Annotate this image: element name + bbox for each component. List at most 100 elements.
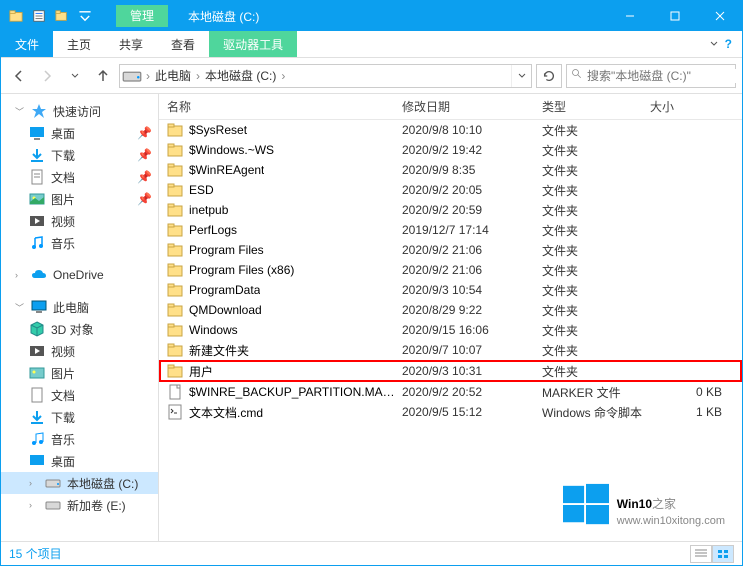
file-row[interactable]: 文本文档.cmd2020/9/5 15:12Windows 命令脚本1 KB (159, 402, 742, 422)
explorer-icon[interactable] (5, 5, 27, 27)
properties-icon[interactable] (28, 5, 50, 27)
file-row[interactable]: Windows2020/9/15 16:06文件夹 (159, 320, 742, 340)
sidebar-item-music[interactable]: 音乐 (1, 232, 158, 254)
breadcrumb-drive[interactable]: 本地磁盘 (C:) (202, 67, 279, 84)
col-type[interactable]: 类型 (542, 98, 650, 115)
tab-view[interactable]: 查看 (157, 31, 209, 57)
sidebar-item-videos2[interactable]: 视频 (1, 340, 158, 362)
minimize-button[interactable] (607, 1, 652, 31)
sidebar-item-onedrive[interactable]: ›OneDrive (1, 264, 158, 286)
sidebar-item-pictures2[interactable]: 图片 (1, 362, 158, 384)
nav-toolbar: › 此电脑 › 本地磁盘 (C:) › (1, 58, 742, 94)
col-name[interactable]: 名称 (167, 98, 402, 115)
file-size: 1 KB (650, 405, 742, 419)
file-date: 2020/9/15 16:06 (402, 323, 542, 337)
sidebar-item-3d[interactable]: 3D 对象 (1, 318, 158, 340)
sidebar-item-music2[interactable]: 音乐 (1, 428, 158, 450)
view-icons-button[interactable] (712, 545, 734, 563)
chevron-right-icon[interactable]: › (144, 69, 152, 83)
file-row[interactable]: inetpub2020/9/2 20:59文件夹 (159, 200, 742, 220)
sidebar-label: 音乐 (51, 235, 75, 252)
file-date: 2020/9/2 20:52 (402, 385, 542, 399)
folder-icon (167, 202, 183, 218)
sidebar-item-downloads2[interactable]: 下载 (1, 406, 158, 428)
address-bar[interactable]: › 此电脑 › 本地磁盘 (C:) › (119, 64, 532, 88)
file-row[interactable]: $WinREAgent2020/9/9 8:35文件夹 (159, 160, 742, 180)
folder-icon (167, 342, 183, 358)
search-input[interactable] (587, 69, 742, 83)
file-row[interactable]: PerfLogs2019/12/7 17:14文件夹 (159, 220, 742, 240)
tab-drive-tools[interactable]: 驱动器工具 (209, 31, 297, 57)
pin-icon: 📌 (137, 126, 158, 140)
file-date: 2020/9/2 21:06 (402, 263, 542, 277)
file-row[interactable]: $SysReset2020/9/8 10:10文件夹 (159, 120, 742, 140)
file-type: 文件夹 (542, 162, 650, 179)
file-name: $WINRE_BACKUP_PARTITION.MARKER (189, 385, 402, 399)
videos-icon (29, 213, 45, 229)
sidebar-item-videos[interactable]: 视频 (1, 210, 158, 232)
qat-dropdown-icon[interactable] (74, 5, 96, 27)
file-row[interactable]: 新建文件夹2020/9/7 10:07文件夹 (159, 340, 742, 360)
nav-sidebar: ﹀快速访问 桌面📌 下载📌 文档📌 图片📌 视频 音乐 ›OneDrive ﹀此… (1, 94, 159, 541)
sidebar-label: 音乐 (51, 431, 75, 448)
file-row[interactable]: ProgramData2020/9/3 10:54文件夹 (159, 280, 742, 300)
new-folder-icon[interactable] (51, 5, 73, 27)
file-row[interactable]: Program Files (x86)2020/9/2 21:06文件夹 (159, 260, 742, 280)
star-icon (31, 103, 47, 119)
file-type: 文件夹 (542, 322, 650, 339)
file-type: 文件夹 (542, 202, 650, 219)
file-row[interactable]: Program Files2020/9/2 21:06文件夹 (159, 240, 742, 260)
up-button[interactable] (91, 64, 115, 88)
file-row[interactable]: $WINRE_BACKUP_PARTITION.MARKER2020/9/2 2… (159, 382, 742, 402)
downloads-icon (29, 147, 45, 163)
sidebar-item-desktop2[interactable]: 桌面 (1, 450, 158, 472)
file-row[interactable]: 用户2020/9/3 10:31文件夹 (159, 360, 742, 382)
tab-home[interactable]: 主页 (53, 31, 105, 57)
tab-share[interactable]: 共享 (105, 31, 157, 57)
chevron-right-icon[interactable]: › (194, 69, 202, 83)
forward-button[interactable] (35, 64, 59, 88)
recent-dropdown-icon[interactable] (63, 64, 87, 88)
file-type: MARKER 文件 (542, 384, 650, 401)
col-date[interactable]: 修改日期 (402, 98, 542, 115)
file-row[interactable]: $Windows.~WS2020/9/2 19:42文件夹 (159, 140, 742, 160)
sidebar-item-desktop[interactable]: 桌面📌 (1, 122, 158, 144)
address-dropdown-icon[interactable] (511, 65, 531, 87)
sidebar-item-quick[interactable]: ﹀快速访问 (1, 100, 158, 122)
sidebar-item-documents2[interactable]: 文档 (1, 384, 158, 406)
breadcrumb-pc[interactable]: 此电脑 (152, 67, 194, 84)
file-name: 新建文件夹 (189, 342, 249, 359)
back-button[interactable] (7, 64, 31, 88)
chevron-right-icon[interactable]: › (279, 69, 287, 83)
cube-icon (29, 321, 45, 337)
sidebar-item-downloads[interactable]: 下载📌 (1, 144, 158, 166)
file-row[interactable]: ESD2020/9/2 20:05文件夹 (159, 180, 742, 200)
close-button[interactable] (697, 1, 742, 31)
folder-icon (167, 222, 183, 238)
sidebar-item-thispc[interactable]: ﹀此电脑 (1, 296, 158, 318)
sidebar-item-pictures[interactable]: 图片📌 (1, 188, 158, 210)
desktop-icon (29, 453, 45, 469)
pc-icon (31, 299, 47, 315)
file-type: 文件夹 (542, 363, 650, 380)
drive-icon (45, 497, 61, 513)
sidebar-item-newvol-e[interactable]: ›新加卷 (E:) (1, 494, 158, 516)
sidebar-item-local-c[interactable]: ›本地磁盘 (C:) (1, 472, 158, 494)
help-icon[interactable]: ? (725, 37, 732, 51)
sidebar-item-documents[interactable]: 文档📌 (1, 166, 158, 188)
sidebar-label: 图片 (51, 365, 75, 382)
pin-icon: 📌 (137, 148, 158, 162)
column-headers: 名称 修改日期 类型 大小 (159, 94, 742, 120)
tab-file[interactable]: 文件 (1, 31, 53, 57)
ribbon-expand-icon[interactable] (709, 37, 719, 51)
maximize-button[interactable] (652, 1, 697, 31)
file-row[interactable]: QMDownload2020/8/29 9:22文件夹 (159, 300, 742, 320)
manage-context-tab[interactable]: 管理 (116, 5, 168, 27)
view-details-button[interactable] (690, 545, 712, 563)
refresh-button[interactable] (536, 64, 562, 88)
sidebar-label: 视频 (51, 343, 75, 360)
col-size[interactable]: 大小 (650, 98, 742, 115)
file-date: 2020/9/2 21:06 (402, 243, 542, 257)
file-list[interactable]: $SysReset2020/9/8 10:10文件夹$Windows.~WS20… (159, 120, 742, 541)
search-box[interactable] (566, 64, 736, 88)
